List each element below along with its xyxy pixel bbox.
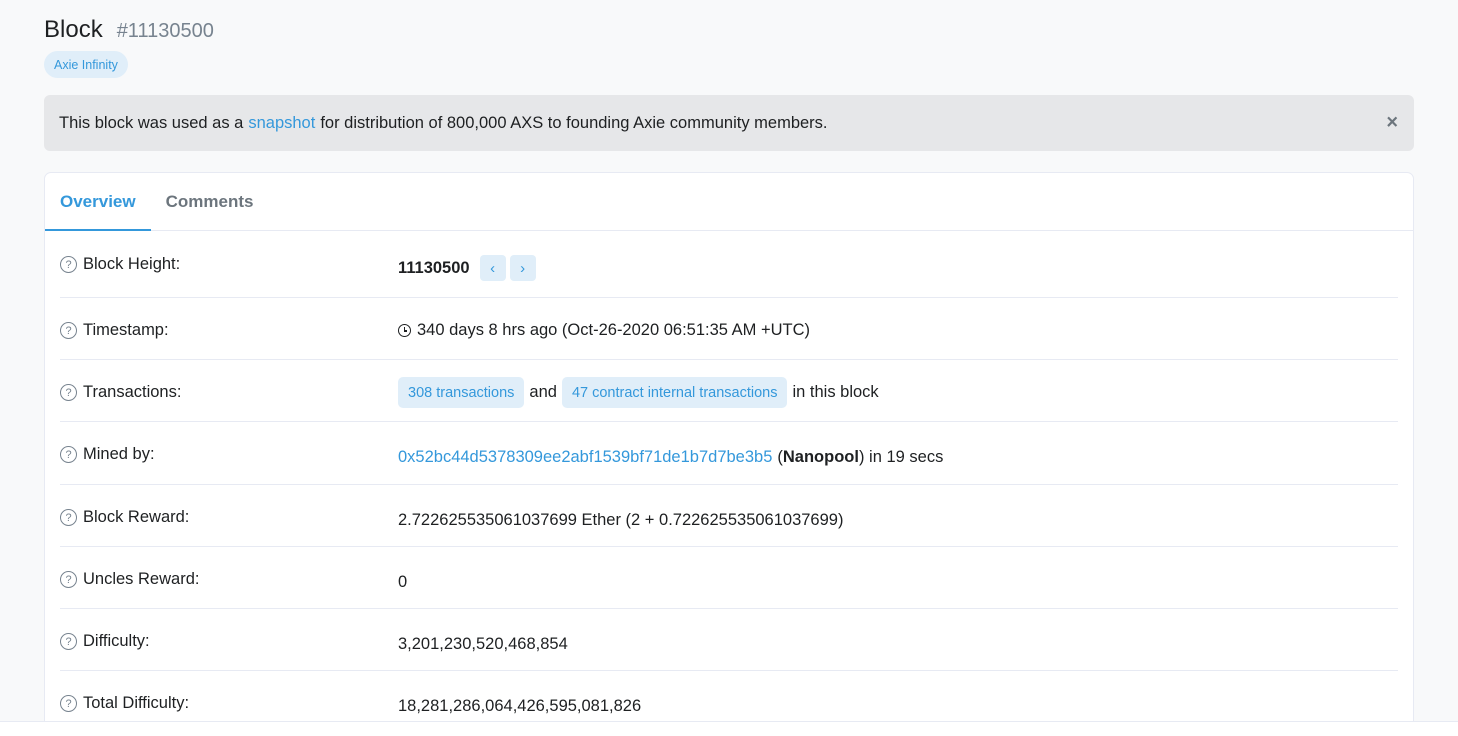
- total-difficulty-value: 18,281,286,064,426,595,081,826: [398, 697, 642, 715]
- total-difficulty-label-wrap: ? Total Difficulty:: [60, 694, 398, 713]
- miner-address-link[interactable]: 0x52bc44d5378309ee2abf1539bf71de1b7d7be3…: [398, 448, 772, 467]
- block-reward-value-wrap: 2.722625535061037699 Ether (2 + 0.722625…: [398, 511, 843, 530]
- bottom-edge: [0, 721, 1458, 736]
- difficulty-label: Difficulty:: [83, 632, 150, 650]
- block-details-card: Overview Comments ? Block Height: 111305…: [44, 172, 1414, 736]
- chevron-right-icon[interactable]: ›: [509, 255, 536, 281]
- block-reward-label-wrap: ? Block Reward:: [60, 508, 398, 527]
- timestamp-label-wrap: ? Timestamp:: [60, 321, 398, 340]
- mined-by-suffix: ) in 19 secs: [858, 448, 944, 466]
- snapshot-alert: This block was used as a snapshot for di…: [44, 95, 1414, 151]
- row-block-reward: ? Block Reward: 2.722625535061037699 Eth…: [60, 485, 1398, 547]
- block-height-value-wrap: 11130500 ‹ ›: [398, 255, 536, 281]
- row-transactions: ? Transactions: 308 transactions and 47 …: [60, 360, 1398, 422]
- question-icon[interactable]: ?: [60, 633, 77, 650]
- question-icon[interactable]: ?: [60, 322, 77, 339]
- and-text: and: [529, 383, 557, 401]
- chevron-left-icon[interactable]: ‹: [479, 255, 506, 281]
- row-difficulty: ? Difficulty: 3,201,230,520,468,854: [60, 609, 1398, 671]
- transactions-link[interactable]: 308 transactions: [398, 377, 525, 408]
- question-icon[interactable]: ?: [60, 446, 77, 463]
- alert-text-before: This block was used as a: [59, 113, 244, 132]
- question-icon[interactable]: ?: [60, 571, 77, 588]
- block-height-label: Block Height:: [83, 255, 181, 273]
- row-uncles-reward: ? Uncles Reward: 0: [60, 547, 1398, 609]
- question-icon[interactable]: ?: [60, 695, 77, 712]
- uncles-reward-label: Uncles Reward:: [83, 570, 200, 588]
- transactions-label-wrap: ? Transactions:: [60, 383, 398, 402]
- uncles-reward-label-wrap: ? Uncles Reward:: [60, 570, 398, 589]
- uncles-reward-value: 0: [398, 573, 408, 591]
- difficulty-label-wrap: ? Difficulty:: [60, 632, 398, 651]
- timestamp-label: Timestamp:: [83, 321, 169, 339]
- close-icon[interactable]: ×: [1386, 112, 1398, 135]
- question-icon[interactable]: ?: [60, 509, 77, 526]
- question-icon[interactable]: ?: [60, 256, 77, 273]
- transactions-value-wrap: 308 transactions and 47 contract interna…: [398, 377, 879, 408]
- mined-by-value-wrap: 0x52bc44d5378309ee2abf1539bf71de1b7d7be3…: [398, 448, 943, 467]
- tab-comments[interactable]: Comments: [151, 173, 269, 230]
- page-title: Block: [44, 16, 103, 43]
- row-block-height: ? Block Height: 11130500 ‹ ›: [60, 231, 1398, 298]
- total-difficulty-label: Total Difficulty:: [83, 694, 190, 712]
- difficulty-value: 3,201,230,520,468,854: [398, 635, 568, 653]
- uncles-reward-value-wrap: 0: [398, 573, 407, 592]
- alert-text-after: for distribution of 800,000 AXS to found…: [320, 113, 828, 132]
- row-timestamp: ? Timestamp: 340 days 8 hrs ago (Oct-26-…: [60, 298, 1398, 360]
- clock-icon: [398, 324, 411, 337]
- transactions-label: Transactions:: [83, 383, 182, 401]
- timestamp-value-wrap: 340 days 8 hrs ago (Oct-26-2020 06:51:35…: [398, 321, 810, 340]
- page-title-row: Block #11130500: [44, 16, 214, 44]
- transactions-suffix: in this block: [792, 383, 879, 401]
- miner-pool-name: Nanopool: [782, 448, 859, 466]
- block-height-value: 11130500: [398, 258, 470, 277]
- internal-transactions-link[interactable]: 47 contract internal transactions: [561, 377, 788, 408]
- timestamp-value: 340 days 8 hrs ago (Oct-26-2020 06:51:35…: [417, 321, 811, 339]
- block-reward-value: 2.722625535061037699 Ether (2 + 0.722625…: [398, 511, 844, 529]
- block-number-label: #11130500: [116, 20, 214, 42]
- details-list: ? Block Height: 11130500 ‹ › ? Timestamp…: [45, 231, 1413, 733]
- tab-bar: Overview Comments: [45, 173, 1413, 231]
- tab-overview[interactable]: Overview: [45, 173, 151, 231]
- block-reward-label: Block Reward:: [83, 508, 190, 526]
- question-icon[interactable]: ?: [60, 384, 77, 401]
- mined-by-label: Mined by:: [83, 445, 155, 463]
- name-tag-badge[interactable]: Axie Infinity: [44, 51, 128, 78]
- total-difficulty-value-wrap: 18,281,286,064,426,595,081,826: [398, 697, 641, 716]
- row-mined-by: ? Mined by: 0x52bc44d5378309ee2abf1539bf…: [60, 422, 1398, 485]
- difficulty-value-wrap: 3,201,230,520,468,854: [398, 635, 568, 654]
- block-height-label-wrap: ? Block Height:: [60, 255, 398, 274]
- snapshot-link[interactable]: snapshot: [248, 114, 315, 133]
- mined-by-label-wrap: ? Mined by:: [60, 445, 398, 464]
